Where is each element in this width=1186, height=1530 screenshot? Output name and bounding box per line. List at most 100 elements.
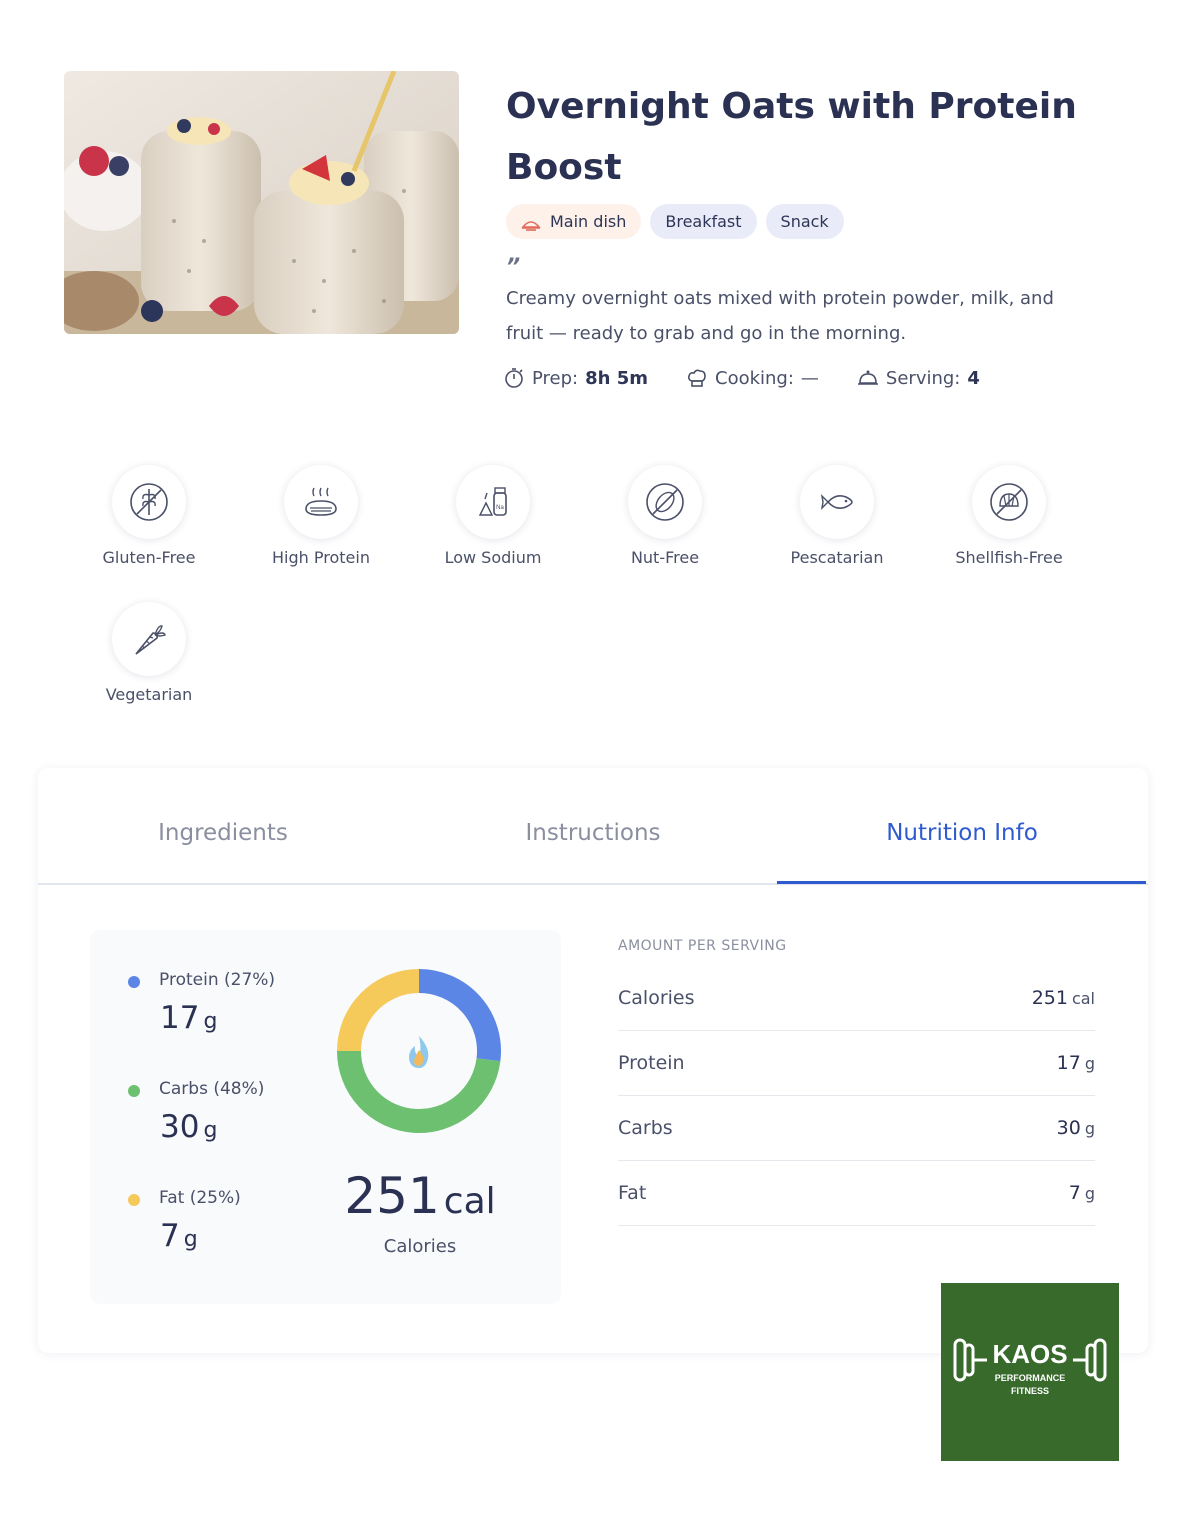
gluten-free-icon xyxy=(130,483,168,521)
macro-protein: Protein (27%) 17 g xyxy=(128,970,275,1036)
nutrition-label: Carbs xyxy=(618,1117,673,1139)
recipe-details-card: Ingredients Instructions Nutrition Info … xyxy=(38,768,1148,1353)
macro-value: 17 xyxy=(160,1000,200,1036)
calories-label: Calories xyxy=(383,1236,457,1257)
badge-pescatarian: Pescatarian xyxy=(751,465,923,567)
nutrition-label: Fat xyxy=(618,1182,647,1204)
badge-label: Vegetarian xyxy=(105,685,193,704)
low-sodium-icon: Na xyxy=(478,487,507,516)
tag-main-dish[interactable]: Main dish xyxy=(506,204,642,239)
badge-low-sodium: Na Low Sodium xyxy=(407,465,579,567)
badge-high-protein: High Protein xyxy=(235,465,407,567)
recipe-tags: Main dish Breakfast Snack xyxy=(506,204,844,239)
macro-value: 7 xyxy=(160,1218,180,1254)
nutrition-unit: g xyxy=(1084,1054,1095,1073)
prep-value: 8h 5m xyxy=(585,367,648,389)
nutrition-value: 17 xyxy=(1056,1052,1081,1074)
tab-bar: Ingredients Instructions Nutrition Info xyxy=(38,768,1148,885)
tag-label: Breakfast xyxy=(665,212,742,231)
fat-dot xyxy=(128,1194,140,1206)
logo-wordmark: KAOS xyxy=(992,1339,1067,1369)
cloche-icon xyxy=(857,370,878,385)
nut-free-icon xyxy=(646,483,684,521)
dish-icon xyxy=(521,212,541,232)
macro-name: Protein xyxy=(159,970,219,990)
tag-label: Main dish xyxy=(550,212,627,231)
macro-percent: (25%) xyxy=(189,1188,241,1208)
macro-donut-chart xyxy=(337,969,501,1133)
servings: Serving: 4 xyxy=(857,367,980,389)
tab-ingredients[interactable]: Ingredients xyxy=(38,820,408,846)
recipe-description: Creamy overnight oats mixed with protein… xyxy=(506,288,1054,344)
badge-vegetarian: Vegetarian xyxy=(63,602,235,704)
nutrition-value: 7 xyxy=(1068,1182,1081,1204)
badge-gluten-free: Gluten-Free xyxy=(63,465,235,567)
nutrition-label: Protein xyxy=(618,1052,685,1074)
nutrition-unit: cal xyxy=(1071,989,1095,1008)
calories-total: 251 cal xyxy=(320,1167,520,1225)
tab-instructions[interactable]: Instructions xyxy=(408,820,778,846)
badge-label: Low Sodium xyxy=(444,548,542,567)
macro-carbs: Carbs (48%) 30 g xyxy=(128,1079,264,1145)
donut-segment-protein xyxy=(418,969,501,1062)
donut-segment-fat xyxy=(337,969,420,1052)
calories-unit: cal xyxy=(443,1181,496,1222)
quote-mark: ” xyxy=(506,255,521,280)
nutrition-row-calories: Calories 251 cal xyxy=(618,966,1095,1031)
stopwatch-icon xyxy=(505,368,523,388)
recipe-photo xyxy=(64,71,459,334)
nutrition-unit: g xyxy=(1084,1119,1095,1138)
tag-breakfast[interactable]: Breakfast xyxy=(650,204,757,239)
badge-label: High Protein xyxy=(272,548,370,567)
svg-text:Na: Na xyxy=(496,505,504,511)
kaos-logo: KAOS PERFORMANCE FITNESS xyxy=(941,1283,1119,1461)
shellfish-free-icon xyxy=(990,483,1028,521)
prep-label: Prep: xyxy=(532,367,579,389)
macro-percent: (27%) xyxy=(224,970,276,990)
macro-name: Carbs xyxy=(159,1079,208,1099)
serving-label: Serving: xyxy=(885,367,961,389)
recipe-meta: Prep: 8h 5m Cooking: — Serving: 4 xyxy=(503,367,1018,389)
nutrition-unit: g xyxy=(1084,1184,1095,1203)
fish-icon xyxy=(820,493,853,511)
tab-nutrition-info[interactable]: Nutrition Info xyxy=(777,820,1147,846)
recipe-title: Overnight Oats with Protein Boost xyxy=(506,86,1077,188)
nutrition-row-protein: Protein 17 g xyxy=(618,1031,1095,1096)
badge-label: Shellfish-Free xyxy=(955,548,1063,567)
logo-line-1: PERFORMANCE xyxy=(995,1373,1066,1383)
badge-label: Nut-Free xyxy=(630,548,700,567)
high-protein-icon xyxy=(305,487,337,516)
tag-label: Snack xyxy=(780,212,829,231)
amount-per-serving-heading: AMOUNT PER SERVING xyxy=(618,938,787,954)
active-tab-indicator xyxy=(777,881,1146,884)
carrot-icon xyxy=(135,625,166,655)
cooking-time: Cooking: — xyxy=(686,367,819,389)
macro-unit: g xyxy=(203,1118,218,1143)
nutrition-value: 251 xyxy=(1031,987,1068,1009)
nutrition-label: Calories xyxy=(618,987,695,1009)
cooking-value: — xyxy=(800,367,819,389)
badge-label: Gluten-Free xyxy=(102,548,196,567)
macro-name: Fat xyxy=(159,1188,185,1208)
macro-fat: Fat (25%) 7g xyxy=(128,1188,241,1254)
logo-line-2: FITNESS xyxy=(1011,1386,1049,1396)
badge-nut-free: Nut-Free xyxy=(579,465,751,567)
macro-percent: (48%) xyxy=(213,1079,265,1099)
badge-label: Pescatarian xyxy=(790,548,884,567)
serving-value: 4 xyxy=(967,367,980,389)
cooking-label: Cooking: xyxy=(715,367,794,389)
nutrition-value: 30 xyxy=(1056,1117,1081,1139)
macro-unit: g xyxy=(203,1009,218,1034)
protein-dot xyxy=(128,976,140,988)
macro-unit: g xyxy=(183,1227,198,1252)
nutrition-row-fat: Fat 7g xyxy=(618,1161,1095,1226)
macro-value: 30 xyxy=(160,1109,200,1145)
badge-shellfish-free: Shellfish-Free xyxy=(923,465,1095,567)
carbs-dot xyxy=(128,1085,140,1097)
prep-time: Prep: 8h 5m xyxy=(503,367,648,389)
tag-snack[interactable]: Snack xyxy=(765,204,844,239)
calories-value: 251 xyxy=(344,1167,440,1225)
chef-hat-icon xyxy=(688,369,706,387)
flame-icon xyxy=(409,1036,429,1068)
nutrition-row-carbs: Carbs 30 g xyxy=(618,1096,1095,1161)
